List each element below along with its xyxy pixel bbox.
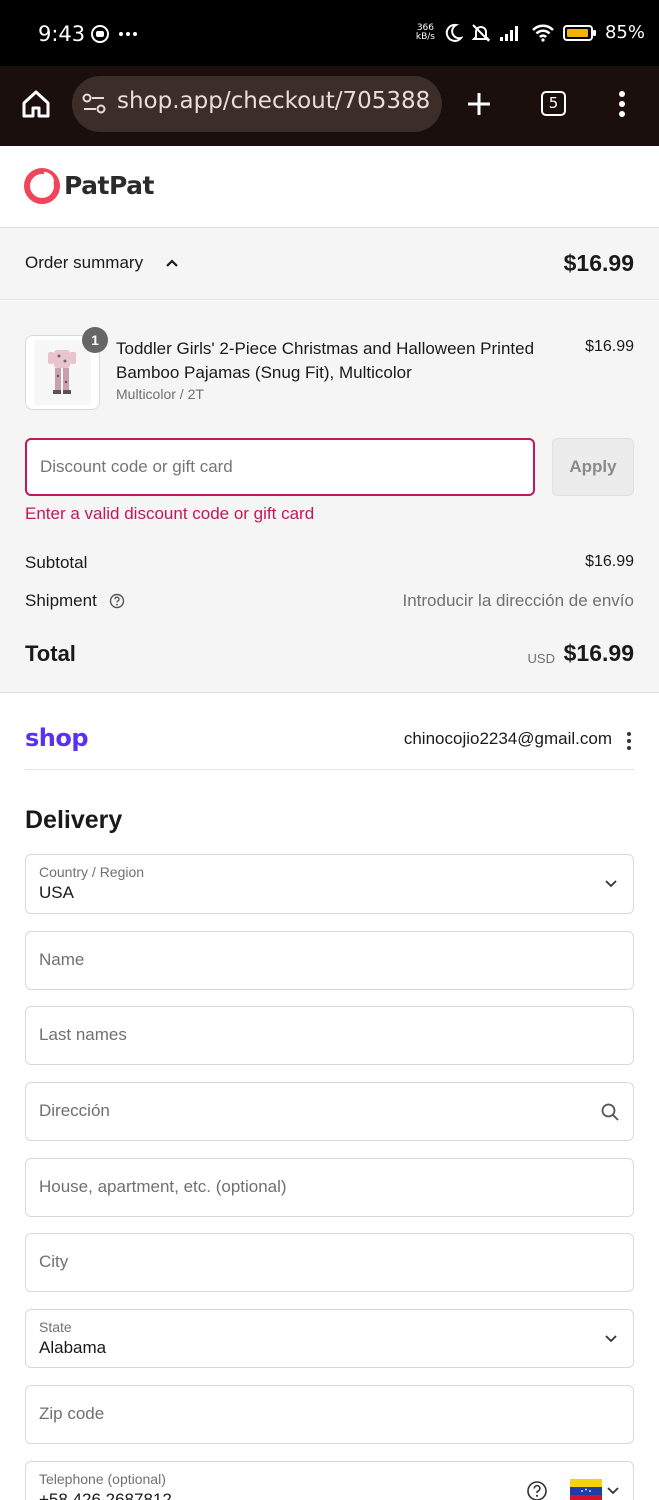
new-tab-plus-icon[interactable]	[466, 91, 492, 117]
chevron-down-icon	[605, 880, 617, 888]
order-summary-label[interactable]: Order summary	[25, 253, 143, 273]
city-placeholder: City	[39, 1252, 69, 1271]
address-field[interactable]: Dirección	[25, 1082, 634, 1141]
apply-discount-button[interactable]: Apply	[552, 438, 634, 496]
order-summary-toggle[interactable]: Order summary $16.99	[0, 228, 659, 300]
country-region-value: USA	[39, 883, 74, 902]
more-notifications-icon	[119, 32, 137, 36]
zip-code-placeholder: Zip code	[39, 1404, 105, 1423]
status-time: 9:43	[38, 22, 86, 46]
search-icon	[601, 1103, 619, 1121]
product-variant: Multicolor / 2T	[116, 386, 204, 402]
url-text[interactable]: shop.app/checkout/70538854	[117, 88, 429, 114]
signal-icon	[499, 25, 518, 41]
quantity-badge: 1	[82, 327, 108, 353]
shop-account-row: shop chinocojio2234@gmail.com	[25, 716, 634, 770]
product-price: $16.99	[585, 338, 634, 355]
status-bar: 9:43 366 kB/s 85%	[0, 0, 659, 66]
order-summary-panel: 1 Toddler Girls' 2-Piece Christmas and H…	[0, 301, 659, 693]
name-placeholder: Name	[39, 950, 85, 969]
home-icon[interactable]	[20, 88, 52, 120]
shipment-value: Introducir la dirección de envío	[402, 591, 634, 610]
account-menu-icon[interactable]	[626, 731, 632, 751]
country-region-label: Country / Region	[39, 864, 145, 880]
last-names-field[interactable]: Last names	[25, 1006, 634, 1065]
bell-muted-icon	[471, 23, 491, 42]
shipment-help-icon[interactable]	[109, 593, 125, 609]
do-not-disturb-moon-icon	[445, 23, 463, 42]
last-names-placeholder: Last names	[39, 1025, 127, 1044]
telephone-help-icon[interactable]	[526, 1480, 548, 1500]
product-title: Toddler Girls' 2-Piece Christmas and Hal…	[116, 339, 535, 382]
apartment-field[interactable]: House, apartment, etc. (optional)	[25, 1158, 634, 1217]
total-value: $16.99	[563, 640, 634, 666]
total-label: Total	[25, 641, 76, 666]
shop-pay-logo: shop	[25, 724, 89, 752]
zip-code-field[interactable]: Zip code	[25, 1385, 634, 1444]
chevron-down-icon	[605, 1335, 617, 1343]
telephone-value: +58 426 2687812	[39, 1490, 172, 1500]
state-label: State	[39, 1319, 72, 1335]
country-region-select[interactable]: Country / Region USA	[25, 854, 634, 914]
city-field[interactable]: City	[25, 1233, 634, 1292]
status-system-icons: 366 kB/s 85%	[416, 22, 645, 43]
name-field[interactable]: Name	[25, 931, 634, 990]
battery-percent: 85%	[604, 22, 645, 43]
chevron-down-icon[interactable]	[607, 1486, 619, 1496]
chevron-up-icon[interactable]	[165, 256, 179, 270]
venezuela-flag-icon[interactable]	[570, 1479, 602, 1500]
discount-code-input[interactable]	[25, 438, 535, 496]
state-value: Alabama	[39, 1338, 107, 1357]
patpat-logo-icon[interactable]	[24, 168, 60, 204]
total-currency: USD	[527, 651, 555, 666]
address-placeholder: Dirección	[39, 1101, 110, 1120]
status-notification-icons	[90, 24, 138, 44]
state-select[interactable]: State Alabama	[25, 1309, 634, 1368]
battery-icon	[562, 24, 596, 41]
tab-switcher-button[interactable]: 5	[541, 91, 566, 116]
wifi-icon	[532, 24, 554, 42]
telephone-label: Telephone (optional)	[39, 1471, 166, 1487]
account-email: chinocojio2234@gmail.com	[403, 729, 612, 748]
order-summary-total: $16.99	[563, 250, 634, 276]
store-logo[interactable]: PatPat	[64, 171, 154, 200]
shipment-label: Shipment	[25, 591, 97, 610]
subtotal-value: $16.99	[585, 553, 634, 570]
checkout-page: PatPat Order summary $16.99 1 Toddler Gi…	[0, 146, 659, 1500]
subtotal-label: Subtotal	[25, 553, 88, 572]
browser-menu-icon[interactable]	[617, 90, 627, 118]
telephone-field[interactable]: Telephone (optional) +58 426 2687812	[25, 1461, 634, 1500]
store-header: PatPat	[0, 146, 659, 228]
discount-error-message: Enter a valid discount code or gift card	[25, 504, 315, 523]
media-notification-icon	[91, 25, 109, 43]
site-settings-icon[interactable]	[82, 93, 106, 115]
delivery-heading: Delivery	[25, 806, 123, 834]
network-speed: 366 kB/s	[415, 22, 435, 42]
apartment-placeholder: House, apartment, etc. (optional)	[39, 1177, 287, 1196]
